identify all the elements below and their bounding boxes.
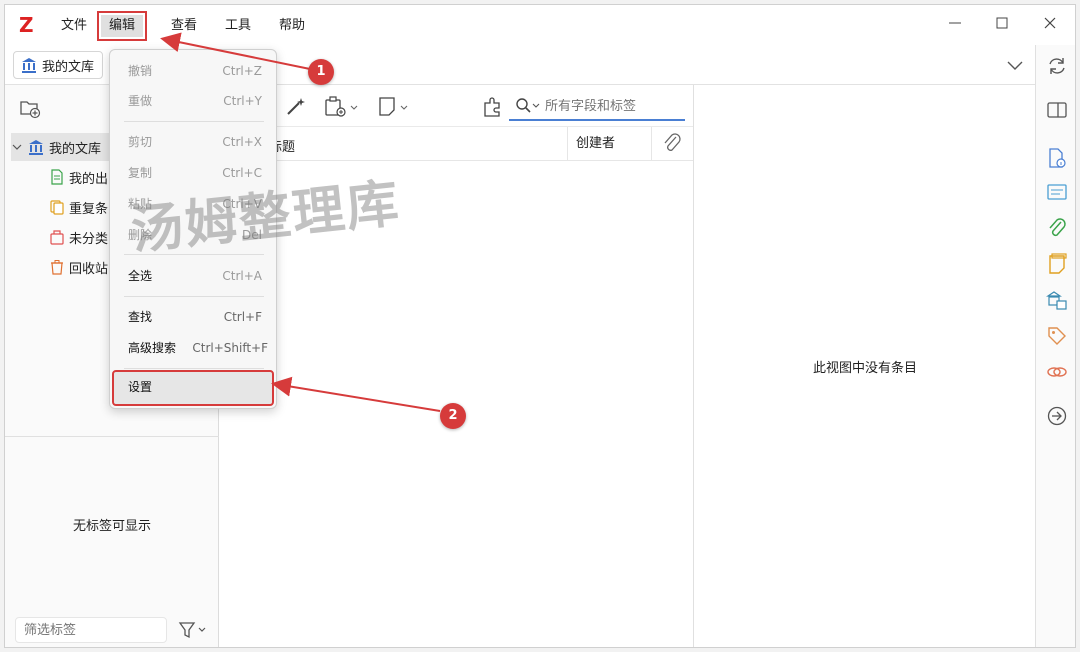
chevron-down-icon [12, 144, 22, 150]
menu-item-advanced-search[interactable]: 高级搜索 Ctrl+Shift+F [114, 333, 272, 363]
menu-tools[interactable]: 工具 [217, 15, 259, 37]
menu-item-settings[interactable]: 设置 [112, 370, 274, 406]
note-icon [379, 97, 408, 116]
tag-filter-menu-button[interactable] [177, 619, 211, 641]
tag-icon [1048, 327, 1066, 345]
tag-selector: 无标签可显示 [5, 437, 219, 647]
empty-view-message: 此视图中没有条目 [812, 361, 917, 376]
add-by-identifier-button[interactable] [283, 95, 311, 119]
menu-help[interactable]: 帮助 [271, 15, 313, 37]
menu-item-redo[interactable]: 重做 Ctrl+Y [114, 86, 272, 116]
arrow-right-circle-icon [1047, 406, 1067, 426]
document-icon [51, 169, 63, 185]
close-button[interactable] [1036, 13, 1064, 37]
libraries-collections-icon [1046, 291, 1067, 310]
maximize-icon [996, 17, 1008, 29]
step-badge-2: 2 [440, 403, 466, 429]
sidenav-notes-button[interactable] [1046, 253, 1068, 275]
minimize-button[interactable] [941, 13, 969, 37]
puzzle-icon [484, 97, 500, 117]
collection-trash[interactable]: 回收站 [49, 253, 108, 281]
column-creator[interactable]: 创建者 [567, 127, 651, 161]
magic-wand-icon [287, 98, 305, 115]
sidenav-tags-button[interactable] [1046, 325, 1068, 347]
menu-separator [124, 368, 264, 369]
paperclip-icon [1049, 218, 1066, 237]
collection-label: 我的文库 [49, 141, 102, 157]
search-icon[interactable] [515, 97, 541, 115]
menu-edit[interactable]: 编辑 [96, 11, 148, 41]
library-icon [29, 140, 43, 155]
close-icon [1044, 17, 1056, 29]
locate-button[interactable] [481, 95, 509, 119]
paperclip-icon [664, 133, 681, 151]
new-collection-button[interactable] [19, 97, 41, 119]
sidenav-abstract-button[interactable] [1046, 181, 1068, 203]
sidebar-toggle-icon [1047, 102, 1067, 118]
collection-label: 我的出 [69, 171, 109, 187]
sidenav [1035, 45, 1075, 647]
menu-file[interactable]: 文件 [53, 15, 95, 37]
tag-filter-input[interactable] [15, 617, 167, 643]
zotero-logo: Z [19, 13, 34, 37]
collection-label: 重复条 [69, 201, 109, 217]
item-detail-pane: 此视图中没有条目 [693, 85, 1035, 647]
items-column-header: 标题 创建者 [219, 127, 693, 161]
minimize-icon [949, 22, 961, 24]
new-note-button[interactable] [377, 95, 413, 119]
related-link-icon [1047, 367, 1067, 377]
maximize-button[interactable] [988, 13, 1016, 37]
sidenav-info-button[interactable] [1046, 147, 1068, 169]
menu-bar: Z 文件 编辑 查看 工具 帮助 [5, 5, 1075, 45]
attachment-add-icon [325, 96, 358, 117]
search-input[interactable] [545, 98, 671, 114]
new-attachment-button[interactable] [323, 95, 363, 119]
new-collection-icon [20, 101, 41, 119]
collection-unfiled[interactable]: 未分类 [49, 223, 108, 251]
column-attachments[interactable] [651, 127, 693, 161]
abstract-icon [1047, 184, 1067, 200]
library-tab-label: 我的文库 [42, 59, 95, 75]
library-tab[interactable]: 我的文库 [13, 51, 104, 79]
sidenav-attachments-button[interactable] [1046, 217, 1068, 239]
no-tags-message: 无标签可显示 [72, 519, 151, 534]
items-toolbar [219, 85, 693, 127]
tabs-menu-button[interactable] [1005, 55, 1025, 75]
search-box [509, 93, 685, 121]
sidenav-libraries-button[interactable] [1046, 289, 1068, 311]
info-icon [1049, 148, 1066, 168]
items-pane: 标题 创建者 [219, 85, 693, 647]
sync-button[interactable] [1046, 55, 1068, 77]
menu-item-find[interactable]: 查找 Ctrl+F [114, 302, 272, 332]
collection-duplicates[interactable]: 重复条 [49, 193, 108, 221]
library-icon [22, 58, 36, 73]
filter-icon [178, 622, 206, 639]
menu-separator [124, 296, 264, 297]
chevron-down-icon [1007, 61, 1023, 70]
menu-separator [124, 121, 264, 122]
sidenav-locate-button[interactable] [1046, 405, 1068, 427]
collection-label: 回收站 [69, 261, 109, 277]
menu-view[interactable]: 查看 [163, 15, 205, 37]
menu-item-undo[interactable]: 撤销 Ctrl+Z [114, 56, 272, 86]
notes-icon [1049, 253, 1067, 274]
collection-my-publications[interactable]: 我的出 [49, 163, 108, 191]
toggle-pane-button[interactable] [1046, 99, 1068, 121]
sync-icon [1049, 58, 1065, 74]
trash-icon [51, 260, 63, 275]
duplicate-icon [50, 200, 64, 215]
menu-item-select-all[interactable]: 全选 Ctrl+A [114, 261, 272, 291]
app-window: Z 文件 编辑 查看 工具 帮助 我的文库 我的文库 我的出 重复条 未分类 回… [4, 4, 1076, 648]
sidenav-related-button[interactable] [1046, 361, 1068, 383]
unfiled-icon [50, 230, 64, 245]
collection-label: 未分类 [69, 231, 109, 247]
menu-item-cut[interactable]: 剪切 Ctrl+X [114, 127, 272, 157]
step-badge-1: 1 [308, 59, 334, 85]
